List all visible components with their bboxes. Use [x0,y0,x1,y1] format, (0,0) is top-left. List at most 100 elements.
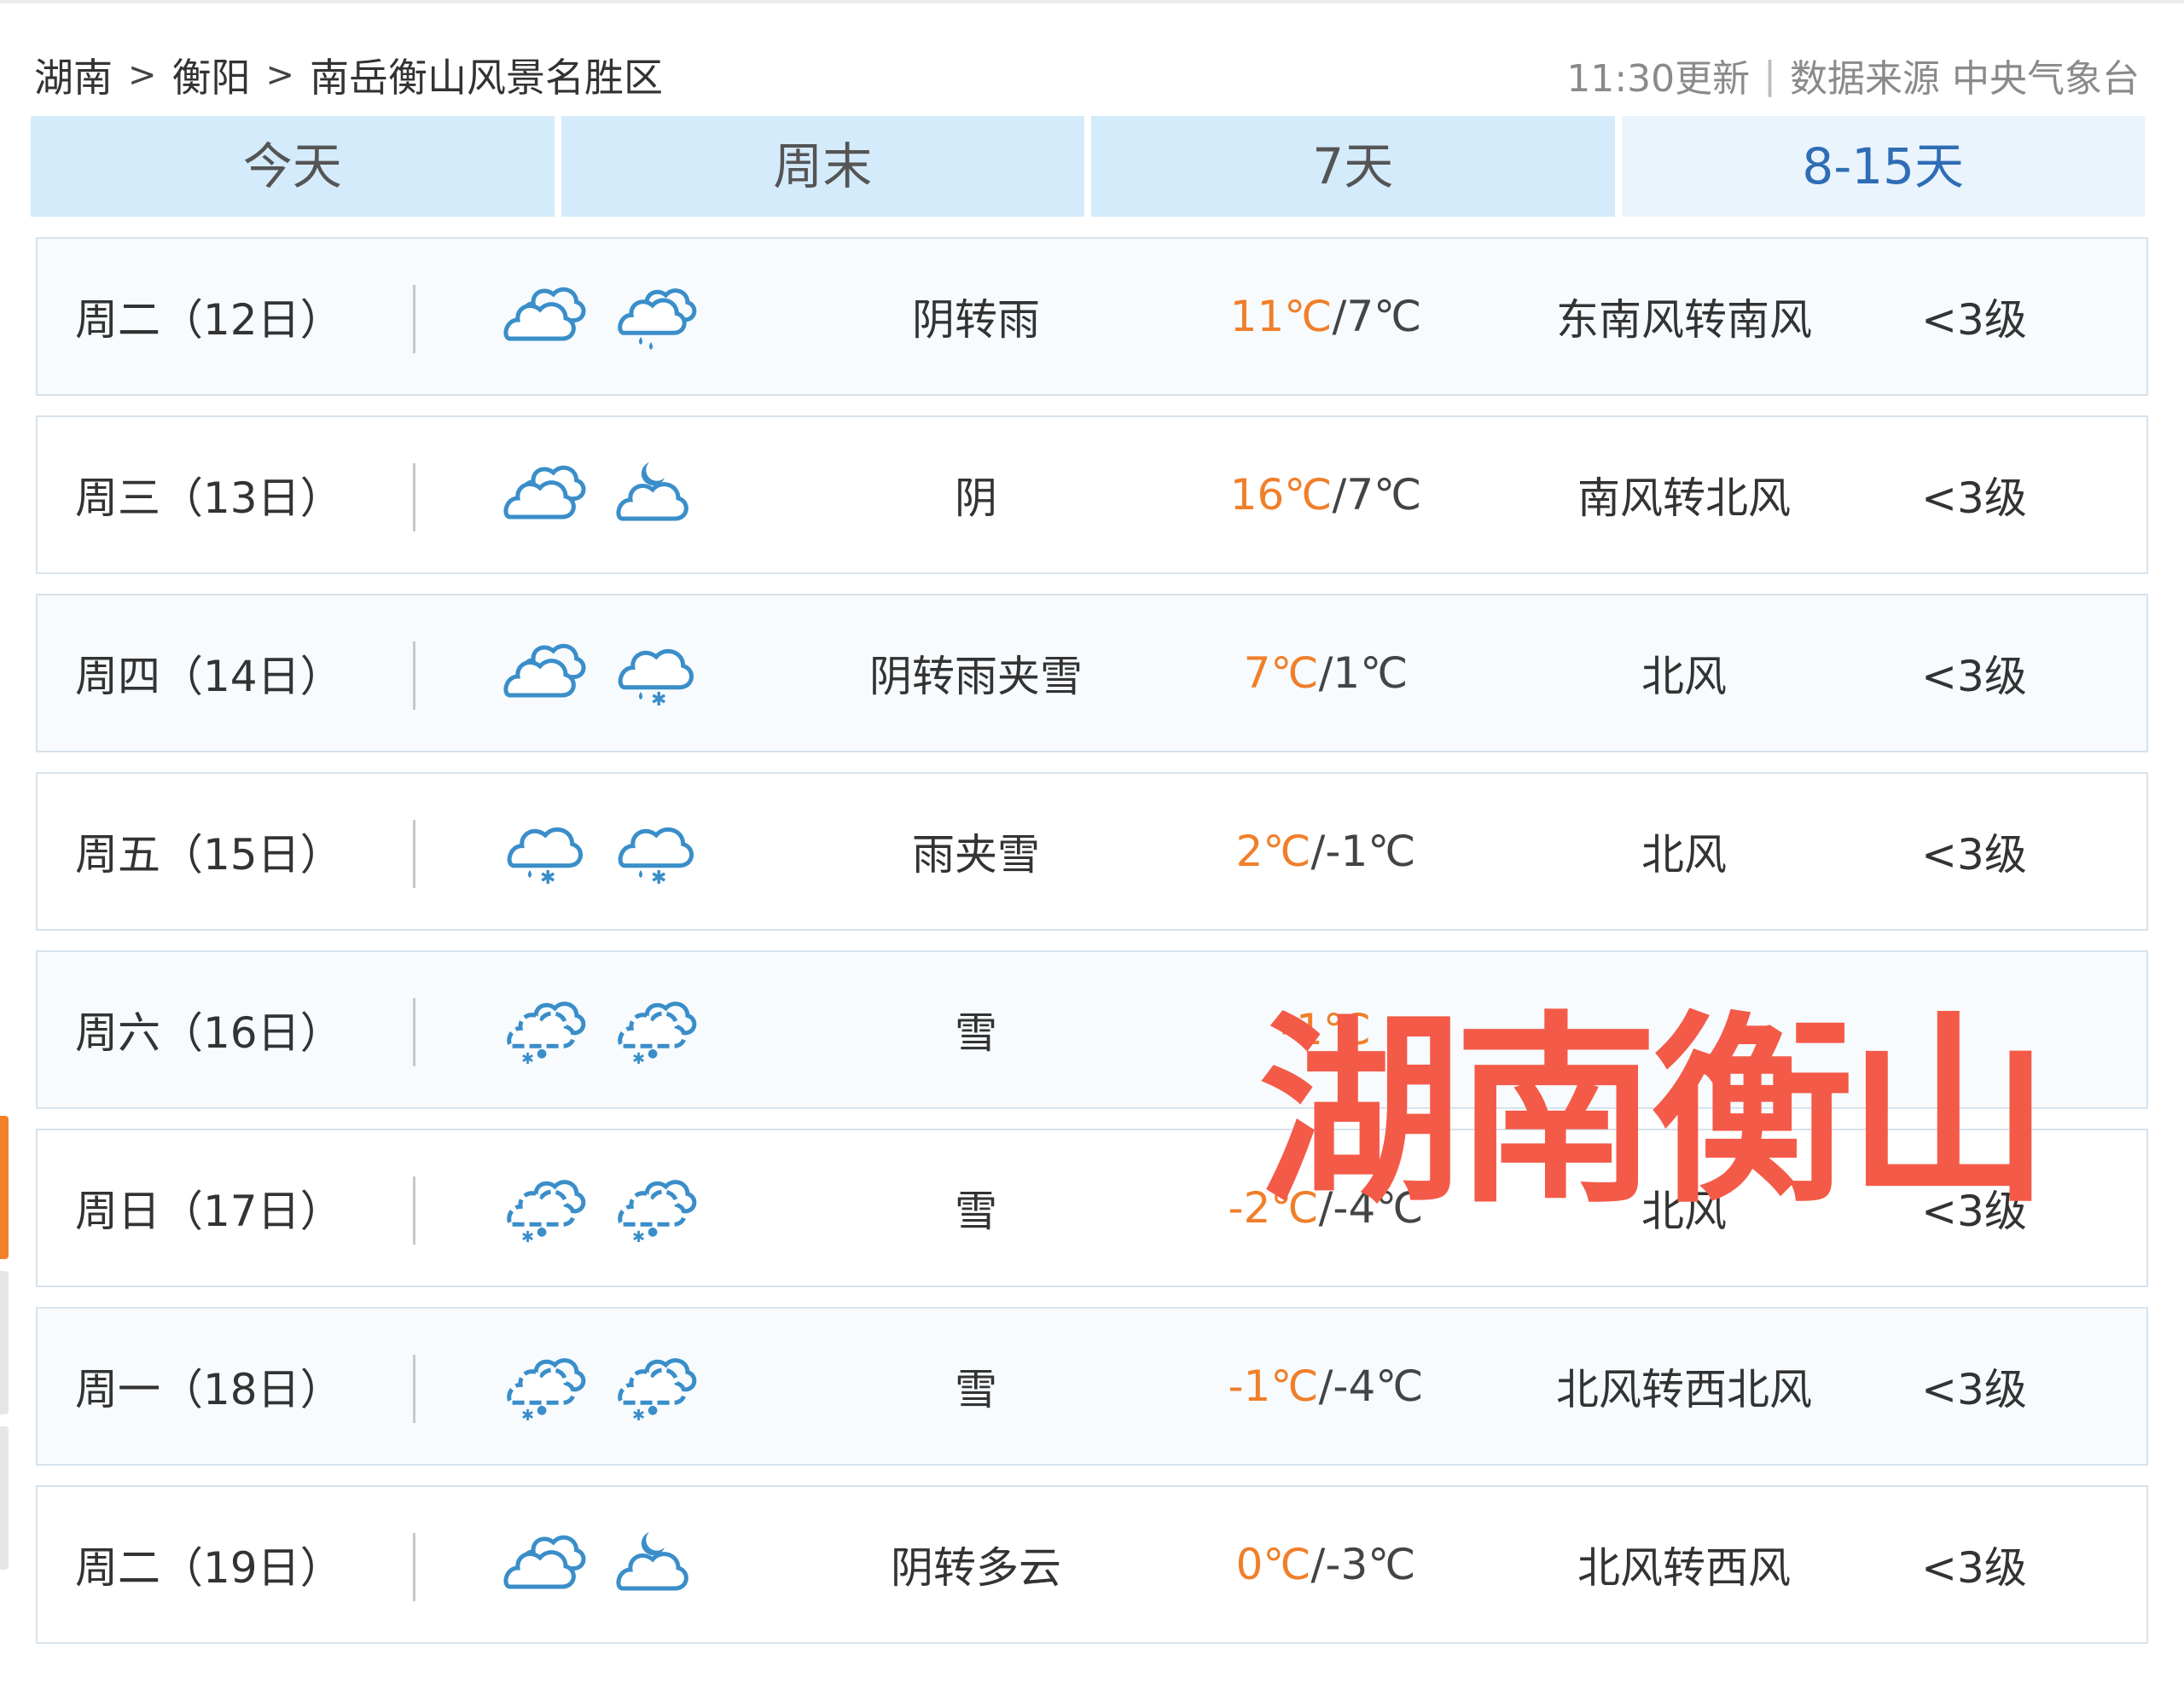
breadcrumb-province[interactable]: 湖南 [34,47,113,103]
wind-direction: 东南风转南风 [1556,295,1812,345]
temperature-high: 0℃ [1235,1540,1311,1589]
weather-description: 阴转雨夹雪 [869,652,1083,701]
temperature-low: -4℃ [1333,1362,1424,1411]
temperature-high: 11℃ [1229,292,1333,341]
wind-level: <3级 [1921,1365,2027,1414]
forecast-date: 周一（18日） [75,1365,343,1414]
update-time: 11:30更新 [1566,57,1751,101]
column-divider [413,820,415,888]
temperature-separator: / [1310,827,1326,876]
svg-text:✱: ✱ [632,1228,645,1244]
wind-direction: 北风转西北风 [1556,1365,1812,1414]
svg-text:●: ● [648,1047,658,1060]
snow-icon: ✱ ● [609,1130,703,1286]
temperature-low: 1℃ [1333,648,1409,698]
wind-direction: 南风转北风 [1577,473,1791,523]
update-info: 11:30更新 | 数据来源 中央气象台 [1566,49,2140,102]
tab-today[interactable]: 今天 [31,116,555,217]
meta-divider: | [1763,53,1776,97]
snow-icon: ✱ ● [609,1309,703,1464]
snow-icon: ✱ ● [609,952,703,1107]
forecast-row: 周二（19日） 阴转多云 0℃ / -3℃ 北风转西风 <3级 [36,1485,2148,1644]
overlay-caption: 湖南衡山 [1258,995,2050,1231]
temperature-high: 2℃ [1235,827,1311,876]
forecast-date: 周三（13日） [75,473,343,523]
svg-text:✱: ✱ [521,1407,534,1422]
weather-page: 湖南 > 衡阳 > 南岳衡山风景名胜区 11:30更新 | 数据来源 中央气象台… [0,0,2184,1707]
breadcrumb-area: 南岳衡山风景名胜区 [310,55,664,101]
weather-description: 雪 [955,1008,997,1058]
forecast-date: 周二（12日） [75,295,343,345]
data-source: 数据来源 中央气象台 [1790,57,2140,101]
cloudy-icon [498,239,592,394]
column-divider [413,998,415,1066]
column-divider [413,1355,415,1423]
forecast-tabs: 今天 周末 7天 8-15天 [31,116,2145,217]
forecast-date: 周六（16日） [75,1008,343,1058]
breadcrumb-separator: > [128,55,157,95]
forecast-date: 周五（15日） [75,830,343,880]
column-divider [413,463,415,531]
weather-description: 阴 [955,473,997,523]
temperature-separator: / [1332,470,1347,520]
wind-direction: 北风转西风 [1577,1543,1791,1593]
temperature-low: -3℃ [1325,1540,1416,1589]
snow-icon: ✱ ● [498,1309,592,1464]
sleet-icon: ✱ [498,774,592,929]
temperature-separator: / [1318,648,1333,698]
wind-level: <3级 [1921,473,2027,523]
forecast-date: 周二（19日） [75,1543,343,1593]
wind-direction: 北风 [1641,652,1727,701]
cloudy-icon [498,417,592,572]
side-tab[interactable] [0,1271,9,1414]
side-tab[interactable] [0,1426,9,1570]
forecast-row: 周五（15日） ✱ ✱ 雨夹雪 2℃ / -1℃ 北风 <3级 [36,772,2148,931]
side-tab-active[interactable] [0,1116,9,1259]
tab-8-15-days[interactable]: 8-15天 [1621,116,2145,217]
column-divider [413,1533,415,1601]
weather-description: 雪 [955,1187,997,1236]
weather-description: 阴转雨 [912,295,1040,345]
breadcrumb-city[interactable]: 衡阳 [172,47,251,103]
temperature-high: 7℃ [1243,648,1319,698]
temperature-separator: / [1310,1540,1326,1589]
forecast-date: 周四（14日） [75,652,343,701]
column-divider [413,1176,415,1245]
partly-cloudy-night-icon [609,417,703,572]
column-divider [413,642,415,710]
svg-text:●: ● [537,1403,547,1417]
forecast-row: 周一（18日） ✱ ● ✱ ● 雪 -1℃ / -4℃ 北风转西北风 <3级 [36,1307,2148,1466]
svg-text:✱: ✱ [651,868,666,887]
wind-direction: 北风 [1641,830,1727,880]
snow-icon: ✱ ● [498,1130,592,1286]
temperature-low: -1℃ [1325,827,1416,876]
sleet-icon: ✱ [609,595,703,751]
cloudy-icon [498,1487,592,1642]
temperature-high: 16℃ [1229,470,1333,520]
column-divider [413,285,415,353]
forecast-row: 周三（13日） 阴 16℃/7℃ 南风转北风 <3级 [36,415,2148,574]
temperature-separator: / [1318,1362,1333,1411]
svg-text:✱: ✱ [521,1228,534,1244]
breadcrumb-separator: > [265,55,295,95]
weather-description: 雨夹雪 [912,830,1040,880]
rain-icon [609,239,703,394]
temperature-low: 7℃ [1346,292,1422,341]
snow-icon: ✱ ● [498,952,592,1107]
forecast-row: 周四（14日） ✱ 阴转雨夹雪 7℃/1℃ 北风 <3级 [36,594,2148,752]
temperature-low: 7℃ [1346,470,1422,520]
breadcrumb: 湖南 > 衡阳 > 南岳衡山风景名胜区 [34,49,663,101]
sleet-icon: ✱ [609,774,703,929]
partly-cloudy-night-icon [609,1487,703,1642]
svg-text:✱: ✱ [540,868,555,887]
wind-level: <3级 [1921,1543,2027,1593]
temperature-high: -1℃ [1228,1362,1319,1411]
tab-7-days[interactable]: 7天 [1091,116,1615,217]
svg-text:●: ● [537,1225,547,1239]
temperature-separator: / [1332,292,1347,341]
wind-level: <3级 [1921,830,2027,880]
svg-text:●: ● [648,1403,658,1417]
svg-text:✱: ✱ [632,1407,645,1422]
svg-text:●: ● [537,1047,547,1060]
tab-weekend[interactable]: 周末 [561,116,1084,217]
